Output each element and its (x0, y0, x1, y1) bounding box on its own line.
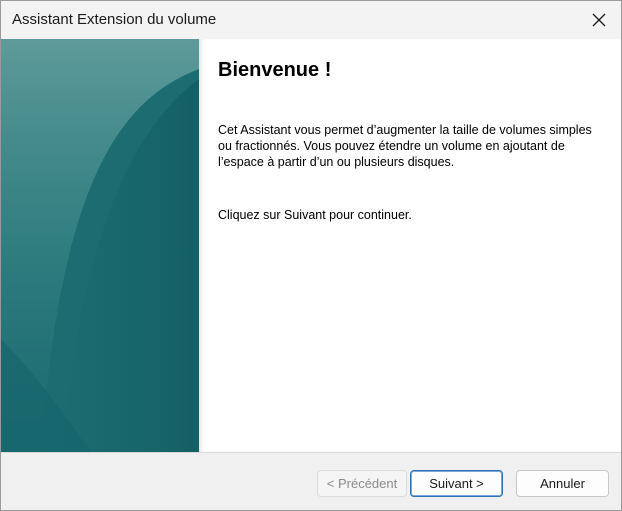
wizard-content: Bienvenue ! Cet Assistant vous permet d’… (199, 39, 621, 452)
banner-graphic (1, 39, 199, 452)
cancel-button[interactable]: Annuler (516, 470, 609, 497)
previous-button[interactable]: < Précédent (317, 470, 407, 497)
close-icon (592, 13, 606, 27)
wizard-window: Assistant Extension du volume Bienvenue … (0, 0, 622, 511)
button-bar: < Précédent Suivant > Annuler (1, 452, 621, 510)
continue-instruction: Cliquez sur Suivant pour continuer. (218, 208, 412, 222)
title-bar[interactable]: Assistant Extension du volume (1, 1, 621, 39)
wizard-side-banner (1, 39, 199, 452)
page-title: Bienvenue ! (218, 59, 332, 81)
close-button[interactable] (577, 1, 621, 39)
window-title: Assistant Extension du volume (12, 11, 217, 28)
description-text: Cet Assistant vous permet d’augmenter la… (218, 123, 592, 169)
next-button[interactable]: Suivant > (410, 470, 503, 497)
